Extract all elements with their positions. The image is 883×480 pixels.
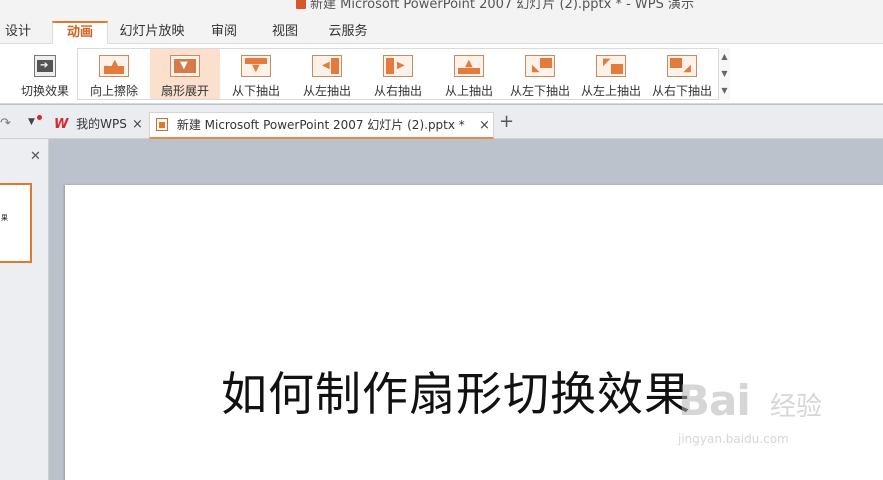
- doc-tab-my-wps[interactable]: W 我的WPS ×: [48, 112, 148, 139]
- tab-animation[interactable]: 动画: [52, 21, 108, 44]
- ribbon-tab-bar: 设计 动画 幻灯片放映 审阅 视图 云服务: [0, 18, 883, 44]
- wps-logo-icon: W: [54, 117, 69, 132]
- gallery-scrollbar[interactable]: ▲ ▼ ▼: [718, 48, 730, 100]
- transition-effects-icon: ➔: [34, 55, 56, 77]
- slide-title[interactable]: 如何制作扇形切换效果: [221, 358, 691, 424]
- tab-slideshow[interactable]: 幻灯片放映: [116, 22, 188, 44]
- presentation-file-icon: [296, 0, 306, 9]
- ribbon: ➔ 切换效果 ▲ 向上擦除 ▼ 扇形展开 ▼ 从下抽出 ◀ 从左抽出 ▶ 从右抽…: [0, 44, 883, 104]
- notification-dot-icon: [37, 115, 42, 120]
- presentation-file-icon: [156, 118, 168, 131]
- slide-thumbnail[interactable]: 果: [0, 183, 32, 263]
- effect-pull-from-bottom-right-button[interactable]: ◢ 从右下抽出: [647, 49, 717, 99]
- effect-pull-from-bottom-left-button[interactable]: ◣ 从左下抽出: [505, 49, 575, 99]
- title-bar: 新建 Microsoft PowerPoint 2007 幻灯片 (2).ppt…: [0, 0, 883, 18]
- tab-review[interactable]: 审阅: [204, 22, 244, 44]
- close-tab-icon[interactable]: ×: [132, 112, 143, 137]
- transition-effects-button[interactable]: ➔ 切换效果: [14, 49, 76, 99]
- window-title: 新建 Microsoft PowerPoint 2007 幻灯片 (2).ppt…: [296, 0, 694, 12]
- close-panel-icon[interactable]: ✕: [30, 149, 41, 164]
- pull-from-left-icon: ◀: [312, 55, 342, 77]
- transition-effects-label: 切换效果: [20, 84, 69, 98]
- document-tab-bar: ↷ ▼ W 我的WPS × 新建 Microsoft PowerPoint 20…: [0, 105, 883, 139]
- effect-label: 从上抽出: [444, 84, 493, 98]
- quick-access-dropdown-icon[interactable]: ▼: [28, 117, 35, 127]
- effect-label: 扇形展开: [160, 84, 209, 98]
- wipe-up-icon: ▲: [99, 55, 129, 77]
- slide-canvas-area: 如何制作扇形切换效果: [50, 139, 883, 480]
- tab-cloud-service[interactable]: 云服务: [323, 22, 373, 44]
- effect-label: 从右抽出: [373, 84, 422, 98]
- watermark-logo: Bai: [678, 376, 751, 425]
- effect-label: 向上擦除: [89, 84, 138, 98]
- thumbnail-text: 果: [1, 214, 8, 222]
- effect-pull-from-bottom-button[interactable]: ▼ 从下抽出: [221, 49, 291, 99]
- pull-from-top-icon: ▲: [454, 55, 484, 77]
- doc-tab-label: 我的WPS: [76, 117, 127, 131]
- tab-design[interactable]: 设计: [0, 22, 36, 44]
- effect-label: 从左抽出: [302, 84, 351, 98]
- doc-tab-presentation[interactable]: 新建 Microsoft PowerPoint 2007 幻灯片 (2).ppt…: [149, 112, 494, 139]
- watermark-cn: 经验: [770, 392, 823, 422]
- close-tab-icon[interactable]: ×: [479, 113, 490, 138]
- effect-pull-from-right-button[interactable]: ▶ 从右抽出: [363, 49, 433, 99]
- effect-wipe-up-button[interactable]: ▲ 向上擦除: [79, 49, 149, 99]
- pull-from-bottom-icon: ▼: [241, 55, 271, 77]
- watermark-url: jingyan.baidu.com: [678, 432, 789, 446]
- pull-from-bottom-right-icon: ◢: [667, 55, 697, 77]
- effect-label: 从左下抽出: [509, 84, 570, 98]
- fan-open-icon: ▼: [170, 55, 200, 77]
- redo-icon[interactable]: ↷: [0, 116, 11, 131]
- effect-pull-from-top-button[interactable]: ▲ 从上抽出: [434, 49, 504, 99]
- effect-label: 从右下抽出: [651, 84, 712, 98]
- window-title-text: 新建 Microsoft PowerPoint 2007 幻灯片 (2).ppt…: [310, 0, 694, 12]
- effect-label: 从左上抽出: [580, 84, 641, 98]
- new-tab-plus-icon[interactable]: +: [499, 111, 514, 132]
- tab-view[interactable]: 视图: [265, 22, 305, 44]
- effect-label: 从下抽出: [231, 84, 280, 98]
- scroll-down-icon[interactable]: ▼: [719, 65, 730, 82]
- effect-pull-from-left-button[interactable]: ◀ 从左抽出: [292, 49, 362, 99]
- pull-from-top-left-icon: ◤: [596, 55, 626, 77]
- pull-from-right-icon: ▶: [383, 55, 413, 77]
- scroll-up-icon[interactable]: ▲: [719, 48, 730, 65]
- effect-pull-from-top-left-button[interactable]: ◤ 从左上抽出: [576, 49, 646, 99]
- slide-thumbnail-panel: ✕ 果: [0, 139, 49, 480]
- baidu-watermark: Bai 经验 jingyan.baidu.com: [678, 376, 822, 446]
- gallery-expand-icon[interactable]: ▼: [719, 82, 730, 99]
- pull-from-bottom-left-icon: ◣: [525, 55, 555, 77]
- doc-tab-label: 新建 Microsoft PowerPoint 2007 幻灯片 (2).ppt…: [176, 118, 465, 132]
- effect-fan-open-button[interactable]: ▼ 扇形展开: [150, 49, 220, 99]
